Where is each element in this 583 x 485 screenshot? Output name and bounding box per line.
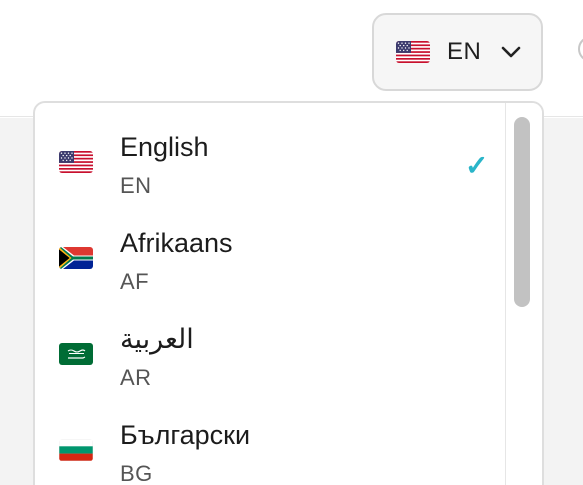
page: EN English EN ✓ Afrikaans AF العربية AR … xyxy=(0,0,583,485)
language-name: Български xyxy=(120,420,251,450)
south-africa-flag-icon xyxy=(59,247,93,269)
profile-icon[interactable] xyxy=(578,36,583,62)
scrollbar-thumb[interactable] xyxy=(514,117,530,307)
saudi-arabia-flag-icon xyxy=(59,343,93,365)
language-code: EN xyxy=(120,173,152,198)
language-selector-button[interactable]: EN xyxy=(372,13,543,91)
us-flag-icon xyxy=(396,41,430,63)
checkmark-icon: ✓ xyxy=(465,150,489,181)
language-option-arabic[interactable]: العربية AR xyxy=(35,299,505,395)
language-code: BG xyxy=(120,461,153,485)
bulgaria-flag-icon xyxy=(59,439,93,461)
language-option-english[interactable]: English EN ✓ xyxy=(35,107,505,203)
language-name: English xyxy=(120,132,209,162)
language-option-bulgarian[interactable]: Български BG xyxy=(35,395,505,485)
language-code: AF xyxy=(120,269,150,294)
language-name: Afrikaans xyxy=(120,228,233,258)
chevron-down-icon xyxy=(501,46,521,58)
scrollbar-track[interactable] xyxy=(505,103,542,485)
language-name: العربية xyxy=(120,324,194,354)
language-dropdown: English EN ✓ Afrikaans AF العربية AR Бъл… xyxy=(33,101,544,485)
language-code: AR xyxy=(120,365,152,390)
language-option-afrikaans[interactable]: Afrikaans AF xyxy=(35,203,505,299)
top-bar: EN xyxy=(0,0,583,117)
current-language-code: EN xyxy=(447,38,482,65)
us-flag-icon xyxy=(59,151,93,173)
